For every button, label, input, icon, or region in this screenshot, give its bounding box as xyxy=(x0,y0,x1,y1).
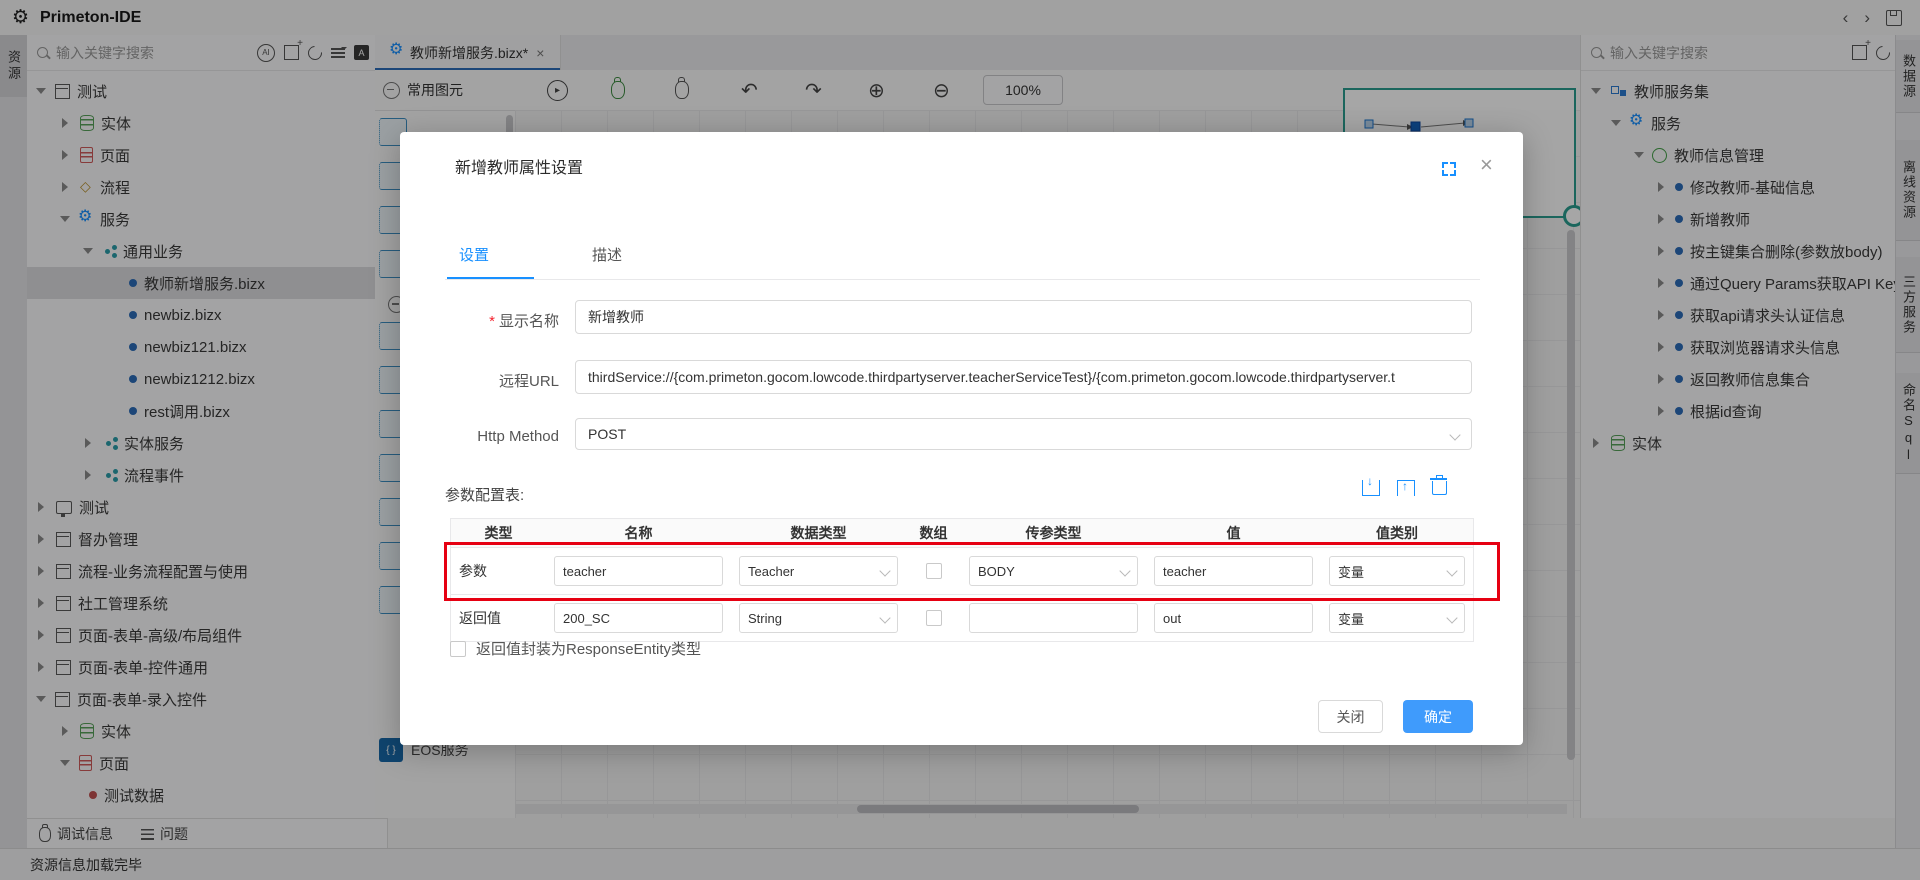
param-table-title: 参数配置表: xyxy=(445,484,524,505)
display-name-input[interactable]: 新增教师 xyxy=(575,300,1472,334)
wrap-response-entity-checkbox[interactable] xyxy=(450,641,466,657)
value-input[interactable]: out xyxy=(1154,603,1313,633)
teacher-properties-dialog: 新增教师属性设置 × 设置 描述 *显示名称 新增教师 远程URL thirdS… xyxy=(400,132,1523,745)
insert-row-above-icon[interactable] xyxy=(1397,480,1415,496)
chevron-down-icon xyxy=(879,612,890,623)
fullscreen-icon[interactable] xyxy=(1442,162,1456,176)
display-name-label: *显示名称 xyxy=(404,310,559,331)
insert-row-below-icon[interactable] xyxy=(1362,480,1380,496)
wrap-response-entity-label: 返回值封装为ResponseEntity类型 xyxy=(476,638,701,659)
http-method-select[interactable]: POST xyxy=(575,418,1472,450)
chevron-down-icon xyxy=(1449,429,1460,440)
chevron-down-icon xyxy=(1446,612,1457,623)
tab-divider xyxy=(445,279,1480,280)
param-kind-input[interactable] xyxy=(969,603,1138,633)
param-name-input[interactable]: 200_SC xyxy=(554,603,723,633)
http-method-label: Http Method xyxy=(404,428,559,445)
highlighted-row-marker xyxy=(444,542,1500,601)
delete-row-icon[interactable] xyxy=(1432,481,1447,495)
primeton-ide-window: ⚙ Primeton-IDE ‹ › 资源 输入关键字搜索 AI A xyxy=(0,0,1920,880)
param-type-cell: 返回值 xyxy=(451,595,546,641)
close-icon[interactable]: × xyxy=(1480,154,1493,176)
confirm-button[interactable]: 确定 xyxy=(1403,700,1473,733)
remote-url-input[interactable]: thirdService://{com.primeton.gocom.lowco… xyxy=(575,360,1472,394)
remote-url-label: 远程URL xyxy=(404,370,559,391)
tab-settings[interactable]: 设置 xyxy=(445,236,503,273)
data-type-select[interactable]: String xyxy=(739,603,898,633)
tab-description[interactable]: 描述 xyxy=(578,236,636,273)
dialog-title: 新增教师属性设置 xyxy=(455,154,583,178)
close-button[interactable]: 关闭 xyxy=(1318,700,1383,733)
wrap-response-entity-row: 返回值封装为ResponseEntity类型 xyxy=(450,638,701,659)
param-row-return: 返回值 200_SC String out 变量 xyxy=(451,595,1473,642)
value-kind-select[interactable]: 变量 xyxy=(1329,603,1465,633)
array-checkbox[interactable] xyxy=(926,610,942,626)
